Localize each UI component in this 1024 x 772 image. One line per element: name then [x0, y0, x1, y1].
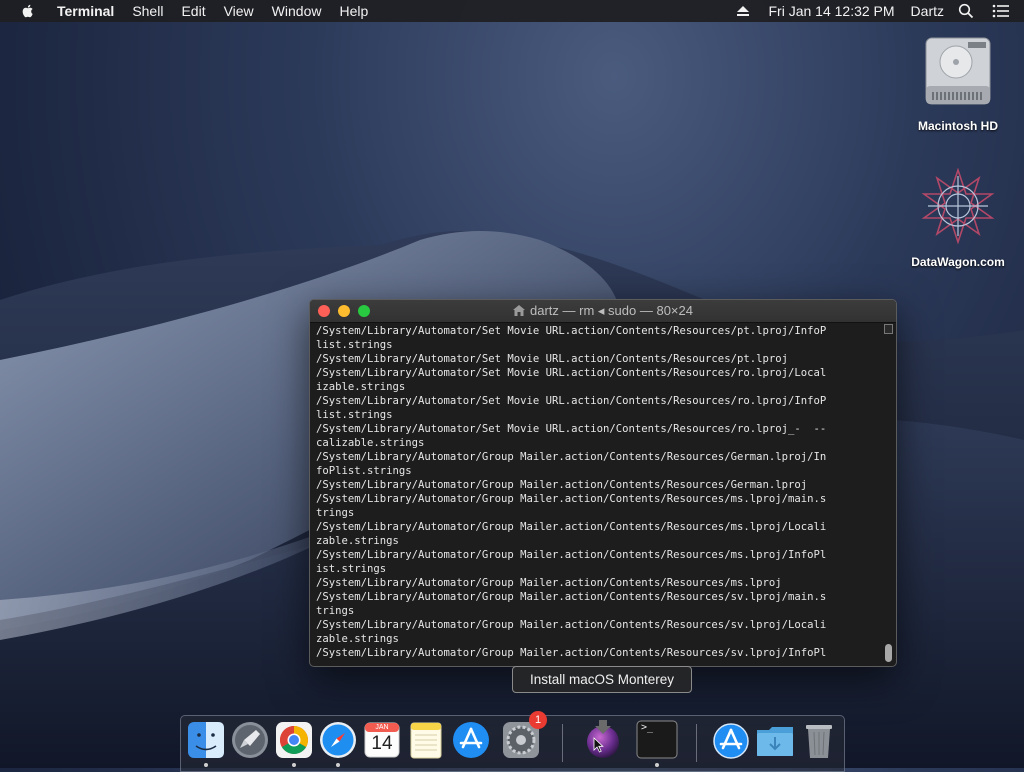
- terminal-line: foPlist.strings: [316, 465, 412, 477]
- terminal-line: /System/Library/Automator/Group Mailer.a…: [316, 493, 827, 505]
- desktop-icon-datawagon[interactable]: DataWagon.com: [903, 166, 1013, 269]
- dock-tooltip: Install macOS Monterey: [512, 666, 692, 693]
- terminal-line: /System/Library/Automator/Group Mailer.a…: [316, 591, 827, 603]
- dock: JAN 14 1 >_: [180, 711, 845, 772]
- vertical-scrollbar[interactable]: [884, 324, 893, 664]
- running-indicator: [292, 763, 296, 767]
- calendar-icon[interactable]: JAN 14: [362, 720, 402, 760]
- terminal-line: /System/Library/Automator/Set Movie URL.…: [316, 423, 827, 435]
- eject-icon[interactable]: [736, 5, 750, 17]
- terminal-line: zable.strings: [316, 633, 399, 645]
- chrome-icon[interactable]: [274, 720, 314, 760]
- trash-icon[interactable]: [799, 720, 839, 760]
- notification-center-icon[interactable]: [992, 4, 1010, 18]
- menu-shell[interactable]: Shell: [123, 0, 172, 22]
- terminal-line: /System/Library/Automator/Group Mailer.a…: [316, 577, 782, 589]
- clock[interactable]: Fri Jan 14 12:32 PM: [760, 0, 902, 22]
- window-title-bar[interactable]: dartz — rm ◂ sudo — 80×24: [310, 300, 896, 323]
- menu-edit[interactable]: Edit: [172, 0, 214, 22]
- launchpad-icon[interactable]: [230, 720, 270, 760]
- downloads-folder-icon[interactable]: [755, 720, 795, 760]
- terminal-line: /System/Library/Automator/Set Movie URL.…: [316, 353, 788, 365]
- apple-menu-icon[interactable]: [20, 3, 36, 19]
- datawagon-logo-icon: [921, 167, 995, 245]
- hard-drive-icon: [925, 37, 991, 105]
- terminal-line: zable.strings: [316, 535, 399, 547]
- user-menu[interactable]: Dartz: [903, 0, 952, 22]
- app-store-icon[interactable]: [451, 720, 491, 760]
- terminal-icon-prompt: >_: [641, 722, 654, 733]
- terminal-line: list.strings: [316, 339, 393, 351]
- terminal-line: /System/Library/Automator/Set Movie URL.…: [316, 395, 827, 407]
- terminal-line: /System/Library/Automator/Group Mailer.a…: [316, 521, 827, 533]
- applications-folder-icon[interactable]: [711, 720, 751, 760]
- terminal-line: ist.strings: [316, 563, 387, 575]
- running-indicator: [655, 763, 659, 767]
- menu-help[interactable]: Help: [330, 0, 377, 22]
- spotlight-search-icon[interactable]: [958, 3, 974, 19]
- dock-separator: [562, 724, 563, 762]
- desktop-icon-label: Macintosh HD: [917, 119, 998, 133]
- calendar-day: 14: [371, 733, 393, 754]
- calendar-month: JAN: [375, 724, 389, 731]
- terminal-icon[interactable]: >_: [636, 720, 678, 760]
- terminal-line: trings: [316, 507, 355, 519]
- install-macos-icon[interactable]: [583, 720, 623, 760]
- terminal-line: /System/Library/Automator/Group Mailer.a…: [316, 479, 808, 491]
- desktop-icon-label: DataWagon.com: [911, 255, 1005, 269]
- terminal-output[interactable]: /System/Library/Automator/Set Movie URL.…: [316, 324, 880, 664]
- scroll-marker[interactable]: [884, 324, 893, 334]
- terminal-line: izable.strings: [316, 381, 406, 393]
- scrollbar-thumb[interactable]: [885, 644, 892, 662]
- safari-icon[interactable]: [318, 720, 358, 760]
- terminal-line: /System/Library/Automator/Group Mailer.a…: [316, 451, 827, 463]
- dock-separator: [696, 724, 697, 762]
- terminal-line: /System/Library/Automator/Set Movie URL.…: [316, 325, 827, 337]
- home-folder-icon: [513, 305, 526, 316]
- menu-view[interactable]: View: [215, 0, 263, 22]
- menu-bar: Terminal Shell Edit View Window Help Fri…: [0, 0, 1024, 22]
- terminal-line: /System/Library/Automator/Group Mailer.a…: [316, 647, 827, 659]
- notification-badge: 1: [529, 711, 547, 729]
- notes-icon[interactable]: [406, 720, 446, 760]
- running-indicator: [336, 763, 340, 767]
- terminal-line: trings: [316, 605, 355, 617]
- finder-icon[interactable]: [186, 720, 226, 760]
- terminal-line: calizable.strings: [316, 437, 425, 449]
- menu-window[interactable]: Window: [263, 0, 331, 22]
- desktop-icon-macintosh-hd[interactable]: Macintosh HD: [903, 30, 1013, 133]
- terminal-line: list.strings: [316, 409, 393, 421]
- window-title: dartz — rm ◂ sudo — 80×24: [530, 303, 693, 318]
- terminal-line: /System/Library/Automator/Set Movie URL.…: [316, 367, 827, 379]
- terminal-window[interactable]: dartz — rm ◂ sudo — 80×24 /System/Librar…: [309, 299, 897, 667]
- app-menu-terminal[interactable]: Terminal: [48, 0, 123, 22]
- terminal-line: /System/Library/Automator/Group Mailer.a…: [316, 619, 827, 631]
- system-preferences-icon[interactable]: 1: [501, 711, 547, 760]
- terminal-line: /System/Library/Automator/Group Mailer.a…: [316, 549, 827, 561]
- running-indicator: [204, 763, 208, 767]
